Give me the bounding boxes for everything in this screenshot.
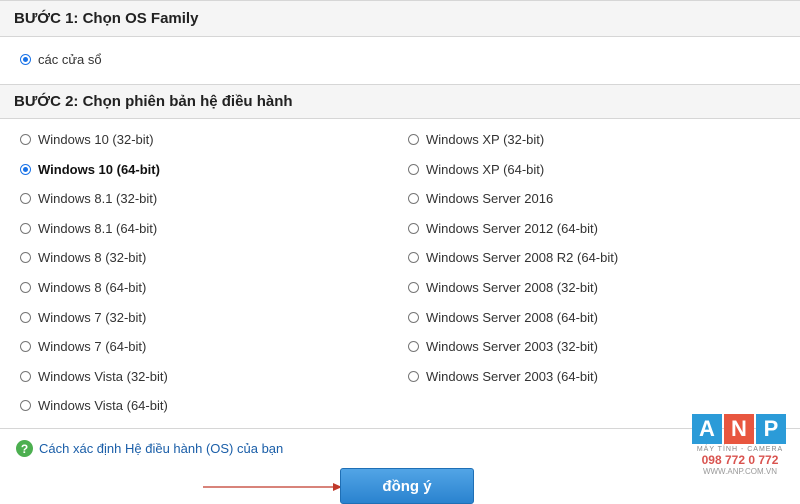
os-version-radio[interactable] (408, 222, 419, 234)
os-version-label: Windows Server 2003 (32-bit) (426, 339, 598, 355)
os-version-option[interactable]: Windows Server 2008 (64-bit) (408, 310, 598, 325)
logo-website: WWW.ANP.COM.VN (702, 467, 778, 476)
os-version-option[interactable]: Windows Server 2012 (64-bit) (408, 221, 598, 236)
os-version-radio[interactable] (408, 252, 419, 264)
submit-button-label: đồng ý (382, 477, 432, 495)
os-version-option[interactable]: Windows Server 2008 R2 (64-bit) (408, 250, 618, 265)
os-version-option[interactable]: Windows Server 2016 (408, 191, 553, 206)
logo-subtitle: MÁY TÍNH - CAMERA (696, 446, 784, 453)
os-version-option[interactable]: Windows Vista (32-bit) (20, 369, 168, 384)
os-version-radio[interactable] (20, 163, 31, 175)
os-version-radio[interactable] (20, 400, 31, 412)
os-version-radio[interactable] (408, 341, 419, 353)
os-version-radio[interactable] (408, 370, 419, 382)
os-version-option[interactable]: Windows 8 (32-bit) (20, 250, 146, 265)
os-version-radio[interactable] (20, 311, 31, 323)
os-version-radio[interactable] (20, 222, 31, 234)
os-version-option[interactable]: Windows Vista (64-bit) (20, 398, 168, 413)
os-version-label: Windows Server 2008 (64-bit) (426, 309, 598, 325)
step1-header: BƯỚC 1: Chọn OS Family (0, 0, 800, 37)
arrow-icon (203, 483, 342, 491)
step2-header: BƯỚC 2: Chọn phiên bản hệ điều hành (0, 84, 800, 119)
os-version-label: Windows Vista (32-bit) (38, 368, 168, 384)
os-version-option[interactable]: Windows 8 (64-bit) (20, 280, 146, 295)
os-version-label: Windows Server 2003 (64-bit) (426, 368, 598, 384)
os-version-label: Windows XP (64-bit) (426, 161, 545, 177)
logo-letter: A (692, 414, 722, 444)
os-version-radio[interactable] (408, 163, 419, 175)
os-version-label: Windows 8 (64-bit) (38, 280, 147, 295)
logo-phone: 098 772 0 772 (701, 453, 779, 467)
os-version-radio[interactable] (20, 341, 31, 353)
help-link-label[interactable]: Cách xác định Hệ điều hành (OS) của bạn (39, 441, 283, 456)
os-family-option[interactable]: các cửa sổ (20, 52, 102, 67)
os-version-radio[interactable] (20, 193, 31, 205)
os-family-label: các cửa sổ (38, 52, 102, 67)
os-version-option[interactable]: Windows 7 (32-bit) (20, 310, 146, 325)
os-version-option[interactable]: Windows 7 (64-bit) (20, 339, 146, 354)
os-version-radio[interactable] (408, 193, 419, 205)
os-version-label: Windows 8 (32-bit) (38, 250, 147, 266)
os-family-radio[interactable] (20, 54, 31, 65)
os-version-option[interactable]: Windows XP (32-bit) (408, 132, 544, 147)
os-version-label: Windows 7 (64-bit) (38, 339, 147, 355)
anp-watermark-logo: ANP MÁY TÍNH - CAMERA 098 772 0 772 WWW.… (692, 414, 788, 494)
os-version-label: Windows 10 (32-bit) (38, 132, 154, 147)
os-version-option[interactable]: Windows 10 (64-bit) (20, 162, 160, 177)
os-version-label: Windows 7 (32-bit) (38, 309, 147, 325)
os-version-label: Windows 10 (64-bit) (38, 161, 160, 177)
os-version-option[interactable]: Windows XP (64-bit) (408, 162, 544, 177)
os-version-option[interactable]: Windows Server 2003 (64-bit) (408, 369, 598, 384)
os-version-radio[interactable] (20, 282, 31, 293)
os-version-label: Windows Server 2008 (32-bit) (426, 280, 598, 295)
question-icon: ? (16, 440, 33, 457)
options-divider (0, 428, 800, 429)
logo-letters: ANP (692, 414, 788, 444)
logo-letter: N (724, 414, 754, 444)
os-version-label: Windows Server 2016 (426, 191, 554, 207)
os-version-option[interactable]: Windows Server 2008 (32-bit) (408, 280, 598, 295)
logo-letter: P (756, 414, 786, 444)
os-version-label: Windows Server 2012 (64-bit) (426, 220, 598, 236)
os-version-label: Windows Server 2008 R2 (64-bit) (426, 250, 619, 266)
step2-title: BƯỚC 2: Chọn phiên bản hệ điều hành (14, 93, 293, 110)
os-version-label: Windows XP (32-bit) (426, 132, 545, 147)
os-version-radio[interactable] (408, 311, 419, 323)
os-version-radio[interactable] (408, 282, 419, 293)
os-version-option[interactable]: Windows 10 (32-bit) (20, 132, 154, 147)
os-version-radio[interactable] (20, 252, 31, 264)
submit-button[interactable]: đồng ý (340, 468, 474, 504)
os-version-radio[interactable] (20, 370, 31, 382)
os-version-radio[interactable] (20, 134, 31, 145)
os-version-label: Windows Vista (64-bit) (38, 398, 168, 414)
os-version-radio[interactable] (408, 134, 419, 145)
os-version-label: Windows 8.1 (32-bit) (38, 191, 158, 207)
os-version-option[interactable]: Windows Server 2003 (32-bit) (408, 339, 598, 354)
step1-title: BƯỚC 1: Chọn OS Family (14, 10, 199, 27)
help-link[interactable]: ? Cách xác định Hệ điều hành (OS) của bạ… (16, 440, 283, 457)
os-version-option[interactable]: Windows 8.1 (32-bit) (20, 191, 157, 206)
os-version-label: Windows 8.1 (64-bit) (38, 220, 158, 236)
os-version-option[interactable]: Windows 8.1 (64-bit) (20, 221, 157, 236)
